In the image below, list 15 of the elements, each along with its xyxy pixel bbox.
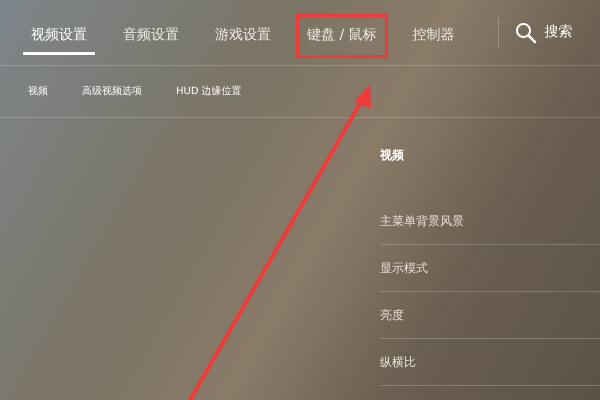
setting-label: 纵横比 — [380, 355, 416, 369]
search-button[interactable]: 搜索 — [514, 22, 573, 44]
setting-label: 主菜单背景风景 — [380, 214, 464, 228]
section-title: 视频 — [380, 147, 405, 164]
setting-label: 亮度 — [380, 308, 404, 322]
subtab[interactable]: 视频 — [28, 84, 48, 99]
tab[interactable]: 音频设置 — [112, 14, 190, 58]
tab[interactable]: 键盘 / 鼠标 — [296, 14, 388, 58]
tab[interactable]: 游戏设置 — [204, 14, 282, 58]
subtab[interactable]: 高级视频选项 — [82, 84, 142, 99]
search-icon — [514, 22, 537, 44]
tab[interactable]: 控制器 — [402, 14, 466, 58]
tab[interactable]: 视频设置 — [20, 14, 98, 58]
setting-label: 显示模式 — [380, 261, 428, 275]
subtab[interactable]: HUD 边缘位置 — [176, 84, 242, 99]
